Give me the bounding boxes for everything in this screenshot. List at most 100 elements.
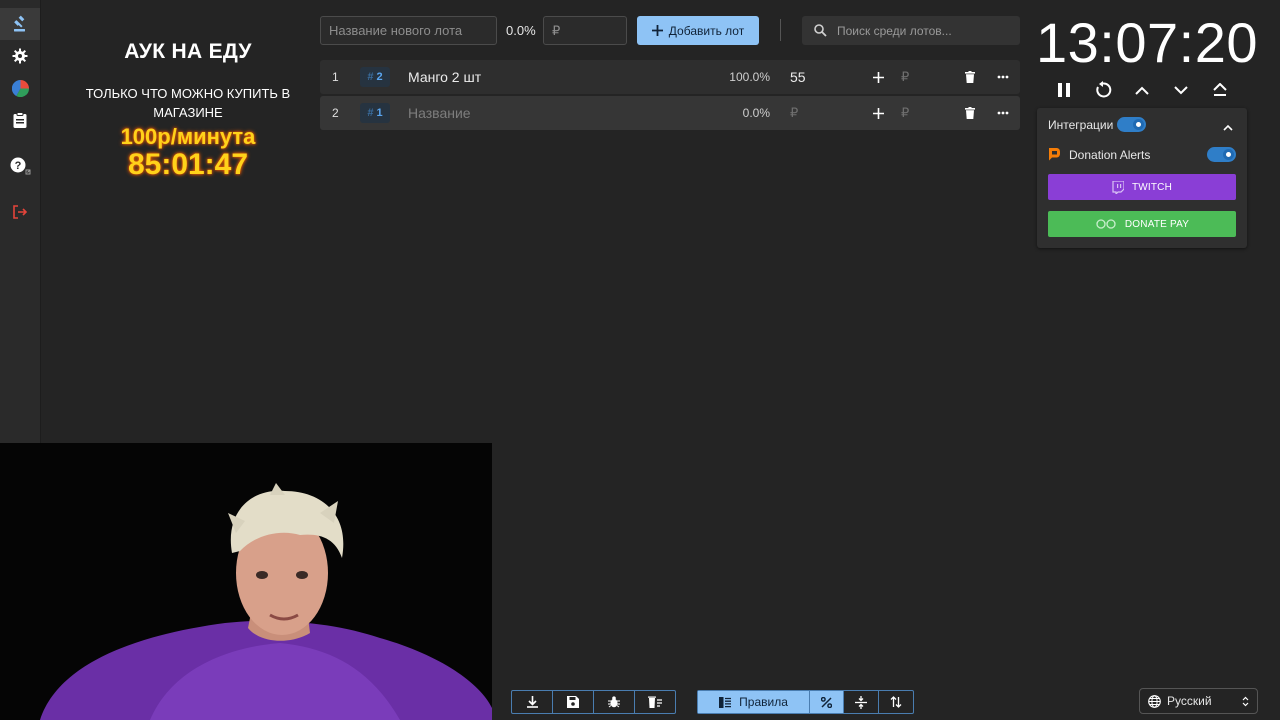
rules-button[interactable]: Правила (698, 691, 811, 713)
timer-decrease-button[interactable] (1169, 78, 1193, 102)
sidebar-item-history[interactable] (0, 104, 40, 136)
gear-icon (12, 48, 28, 64)
add-amount-button[interactable] (866, 96, 890, 130)
bug-icon (608, 696, 620, 708)
sort-icon (890, 696, 902, 708)
rules-label: Правила (739, 695, 788, 709)
donatepay-button[interactable]: DONATE PAY (1048, 211, 1236, 237)
reset-icon (1096, 81, 1112, 98)
add-lot-label: Добавить лот (668, 23, 745, 38)
sidebar-item-help[interactable]: ? (0, 150, 40, 182)
search-input[interactable] (835, 22, 1009, 39)
lot-id-tag[interactable]: # 2 (360, 67, 390, 87)
donatepay-label: DONATE PAY (1124, 218, 1190, 230)
delete-lot-button[interactable] (958, 96, 982, 130)
help-icon: ? (10, 157, 31, 175)
sidebar-item-logout[interactable] (0, 196, 40, 228)
twitch-label: TWITCH (1131, 181, 1173, 193)
more-horizontal-icon (997, 111, 1009, 115)
hash-icon: # (367, 71, 374, 83)
lot-more-button[interactable] (991, 60, 1015, 94)
integrations-toggle[interactable] (1117, 117, 1146, 132)
timer-reset-button[interactable] (1091, 78, 1115, 102)
twitch-button[interactable]: TWITCH (1048, 174, 1236, 200)
debug-button[interactable] (594, 691, 635, 713)
download-icon (526, 696, 538, 708)
save-button[interactable] (553, 691, 594, 713)
new-lot-amount-input[interactable] (543, 16, 627, 45)
pause-icon (1058, 83, 1070, 97)
add-amount-input[interactable]: ₽ (901, 96, 909, 130)
add-amount-input[interactable]: ₽ (901, 60, 909, 94)
pie-chart-icon (11, 79, 29, 97)
integrations-panel: Интеграции Donation Alerts TWITCH DONATE… (1037, 108, 1247, 248)
select-arrows-icon (1242, 696, 1249, 706)
lot-more-button[interactable] (991, 96, 1015, 130)
auction-timer: 13:07:20 (1036, 11, 1258, 74)
sidebar-item-settings[interactable] (0, 40, 40, 72)
timer-pause-button[interactable] (1052, 78, 1076, 102)
svg-text:?: ? (15, 160, 22, 172)
sidebar-item-auction[interactable] (0, 8, 40, 40)
auction-countdown: 85:01:47 (127, 148, 249, 181)
plus-icon (872, 107, 884, 119)
lot-row: 2 # 1 Название 0.0% ₽ ₽ (320, 96, 1020, 130)
add-amount-button[interactable] (866, 60, 890, 94)
compact-view-button[interactable] (844, 691, 879, 713)
auction-rate: 100р/минута (120, 124, 256, 149)
sidebar-item-stats[interactable] (0, 72, 40, 104)
language-select[interactable]: Русский (1139, 688, 1258, 714)
lot-id: 1 (376, 107, 383, 119)
chevron-up-icon (1223, 124, 1233, 131)
donation-alerts-icon (1048, 147, 1061, 164)
lot-index: 1 (332, 70, 339, 84)
donatepay-icon (1096, 219, 1116, 229)
view-toolbar: Правила (697, 690, 914, 714)
timer-increase-button[interactable] (1130, 78, 1154, 102)
plus-icon (651, 25, 663, 36)
percent-toggle-button[interactable] (810, 691, 845, 713)
lot-id-tag[interactable]: # 1 (360, 103, 390, 123)
rules-icon (719, 696, 732, 708)
toggle-knob (1223, 149, 1234, 160)
lot-row: 1 # 2 Манго 2 шт 100.0% 55 ₽ (320, 60, 1020, 94)
globe-icon (1148, 694, 1161, 708)
trash-icon (965, 107, 975, 119)
webcam-overlay (0, 443, 492, 720)
twitch-icon (1112, 180, 1124, 194)
toolbar-divider (780, 19, 781, 41)
lot-name[interactable]: Манго 2 шт (408, 60, 481, 94)
chevron-up-icon (1135, 86, 1149, 95)
webcam-feed (0, 443, 492, 720)
auction-note: ТОЛЬКО ЧТО МОЖНО КУПИТЬ В МАГАЗИНЕ (85, 86, 291, 120)
donation-alerts-toggle[interactable] (1207, 147, 1236, 162)
add-lot-button[interactable]: Добавить лот (637, 16, 759, 45)
logout-icon (13, 205, 28, 219)
auction-title: АУК НА ЕДУ (124, 40, 252, 63)
delete-lot-button[interactable] (958, 60, 982, 94)
save-icon (567, 696, 579, 708)
sidebar: ? (0, 0, 41, 443)
new-lot-name-input[interactable] (320, 16, 497, 45)
lot-amount[interactable]: 55 (790, 60, 806, 94)
sort-button[interactable] (879, 691, 913, 713)
new-lot-percent: 0.0% (506, 23, 536, 38)
collapse-up-icon (1213, 83, 1227, 96)
search-box[interactable] (802, 16, 1020, 45)
more-horizontal-icon (997, 75, 1009, 79)
clear-list-icon (648, 696, 662, 708)
percent-icon (821, 696, 833, 708)
import-button[interactable] (512, 691, 553, 713)
toggle-knob (1133, 119, 1144, 130)
plus-icon (872, 71, 884, 83)
clear-lots-button[interactable] (635, 691, 675, 713)
lot-name-input[interactable]: Название (408, 96, 471, 130)
lot-id: 2 (376, 71, 383, 83)
integrations-collapse-button[interactable] (1223, 119, 1233, 134)
timer-collapse-button[interactable] (1208, 78, 1232, 102)
clipboard-icon (13, 112, 27, 128)
lot-index: 2 (332, 106, 339, 120)
hash-icon: # (367, 107, 374, 119)
lot-amount-input[interactable]: ₽ (790, 96, 798, 130)
gavel-icon (14, 15, 25, 32)
